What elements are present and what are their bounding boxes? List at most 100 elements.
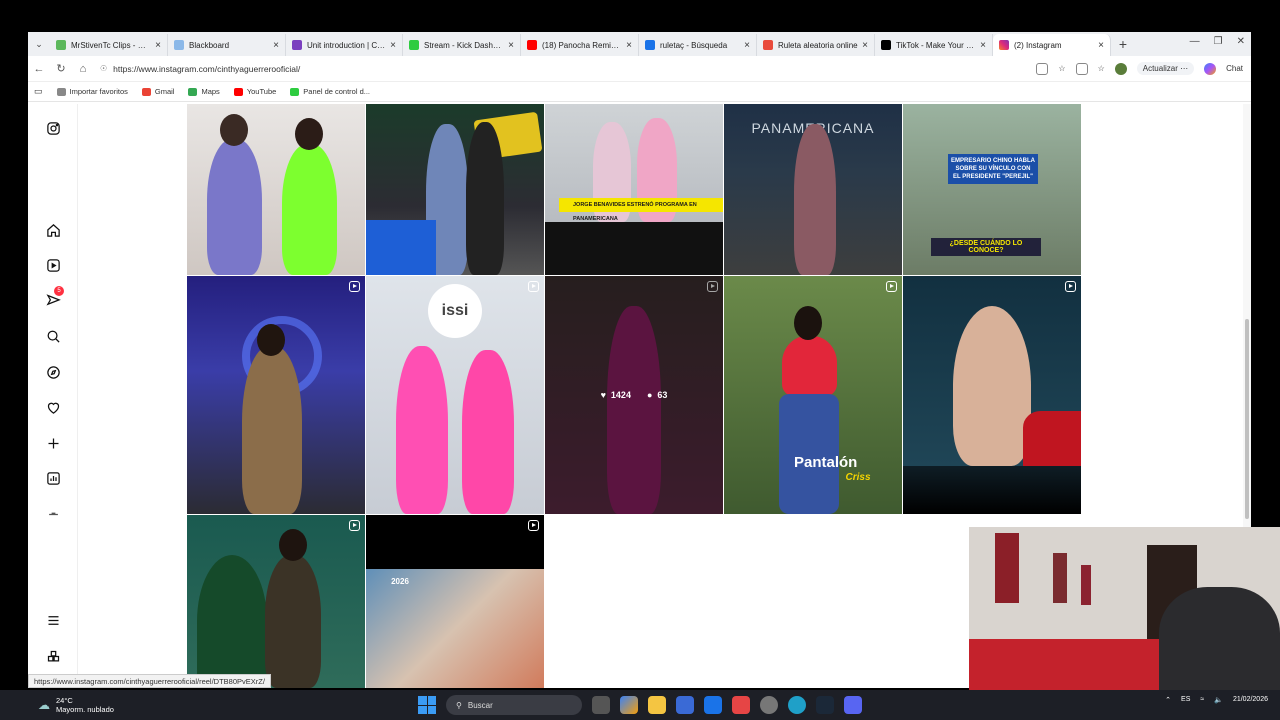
post-caption-banner: JORGE BENAVIDES ESTRENÓ PROGRAMA EN PANA… <box>559 198 723 222</box>
post-thumbnail[interactable] <box>187 276 365 514</box>
home-icon[interactable] <box>45 222 61 238</box>
tab-blackboard[interactable]: Blackboard × <box>168 34 286 56</box>
weather-widget[interactable]: ☁ 24°C Mayorm. nublado <box>0 696 114 714</box>
back-icon[interactable]: ← <box>28 63 50 75</box>
chat-label[interactable]: Chat <box>1226 64 1243 73</box>
post-thumbnail[interactable] <box>366 104 544 275</box>
tab-close-icon[interactable]: × <box>744 40 750 51</box>
url-field[interactable]: ☉ https://www.instagram.com/cinthyaguerr… <box>100 59 1030 79</box>
mail-icon[interactable] <box>704 696 722 714</box>
site-info-icon[interactable]: ☉ <box>100 64 107 73</box>
meta-icon[interactable] <box>45 648 61 664</box>
bookmark-youtube[interactable]: YouTube <box>233 87 276 96</box>
restore-icon[interactable]: ❐ <box>1214 36 1223 47</box>
post-thumbnail[interactable]: PANAMERICANA <box>724 104 902 275</box>
post-thumbnail-hovered[interactable]: ♥ 1424 ● 63 <box>545 276 723 514</box>
post-thumbnail[interactable]: Pantalón Criss <box>724 276 902 514</box>
profile-avatar[interactable] <box>1114 62 1127 75</box>
explore-icon[interactable] <box>45 364 61 380</box>
taskbar-search[interactable]: ⚲ Buscar <box>446 695 582 715</box>
tab-title: MrStivenTc Clips - Watch <box>71 40 152 50</box>
tab-instagram[interactable]: (2) Instagram × <box>993 34 1111 56</box>
tab-unit-introduction[interactable]: Unit introduction | Cam × <box>286 34 403 56</box>
post-thumbnail[interactable] <box>187 104 365 275</box>
tab-ruleta[interactable]: Ruleta aleatoria online × <box>757 34 875 56</box>
discord-icon[interactable] <box>844 696 862 714</box>
edge-icon[interactable] <box>788 696 806 714</box>
messages-icon[interactable]: 5 <box>45 286 64 308</box>
tray-chevron-icon[interactable]: ⌃ <box>1165 696 1171 704</box>
bookmark-dashboard[interactable]: Panel de control d... <box>290 87 370 96</box>
tab-tiktok[interactable]: TikTok - Make Your Day × <box>875 34 993 56</box>
task-view-icon[interactable] <box>592 696 610 714</box>
tab-title: (18) Panocha Remix - Fa <box>542 40 622 50</box>
tab-close-icon[interactable]: × <box>862 40 868 51</box>
store-icon[interactable] <box>676 696 694 714</box>
tab-close-icon[interactable]: × <box>273 40 279 51</box>
post-thumbnail[interactable]: JORGE BENAVIDES ESTRENÓ PROGRAMA EN PANA… <box>545 104 723 275</box>
windows-start-icon[interactable] <box>418 696 436 714</box>
close-icon[interactable]: ✕ <box>1237 36 1245 47</box>
tab-favicon <box>645 40 655 50</box>
bookmark-import-favorites[interactable]: Importar favoritos <box>56 87 128 96</box>
post-thumbnail[interactable]: 2026 <box>366 515 544 688</box>
menu-icon[interactable] <box>45 612 61 628</box>
language-indicator[interactable]: ES <box>1181 696 1190 703</box>
refresh-icon[interactable]: ↻ <box>50 62 72 75</box>
new-tab-button[interactable]: + <box>1111 36 1135 52</box>
favorite-star-icon[interactable]: ☆ <box>1058 64 1065 73</box>
file-explorer-icon[interactable] <box>648 696 666 714</box>
create-icon[interactable] <box>45 435 61 451</box>
tab-close-icon[interactable]: × <box>508 40 514 51</box>
tab-title: Ruleta aleatoria online <box>778 40 858 50</box>
sidebar-toggle-icon[interactable]: ▭ <box>34 86 43 97</box>
weather-text: 24°C Mayorm. nublado <box>56 696 114 714</box>
tab-close-icon[interactable]: × <box>980 40 986 51</box>
threads-icon[interactable] <box>45 506 61 522</box>
app-icon[interactable] <box>732 696 750 714</box>
settings-gear-icon[interactable] <box>760 696 778 714</box>
dashboard-icon[interactable] <box>45 470 61 486</box>
bookmark-label: Gmail <box>154 87 175 96</box>
instagram-icon[interactable] <box>45 120 61 136</box>
search-icon[interactable] <box>45 328 61 344</box>
person-figure <box>207 139 262 275</box>
tab-kick-dashboard[interactable]: Stream - Kick Dashboard × <box>403 34 521 56</box>
clock[interactable]: 21/02/2026 <box>1233 695 1268 704</box>
steam-icon[interactable] <box>816 696 834 714</box>
reels-icon[interactable] <box>45 257 61 273</box>
person-figure <box>466 122 504 275</box>
tab-favicon <box>763 40 773 50</box>
wall-painting <box>1053 553 1067 603</box>
post-thumbnail[interactable] <box>187 515 365 688</box>
notifications-icon[interactable] <box>45 399 61 415</box>
favorites-icon[interactable]: ☆ <box>1098 64 1105 73</box>
copilot-icon[interactable] <box>620 696 638 714</box>
minimize-icon[interactable]: — <box>1190 36 1200 47</box>
tab-close-icon[interactable]: × <box>155 40 161 51</box>
home-icon[interactable]: ⌂ <box>72 63 94 75</box>
apps-icon[interactable] <box>1036 62 1049 75</box>
post-thumbnail[interactable] <box>903 276 1081 514</box>
reel-icon <box>528 281 539 292</box>
wifi-icon[interactable]: ≈ <box>1200 696 1204 703</box>
bookmark-gmail[interactable]: Gmail <box>141 87 175 96</box>
person-figure <box>953 306 1031 466</box>
scrollbar-thumb[interactable] <box>1245 319 1249 519</box>
tab-close-icon[interactable]: × <box>390 40 396 51</box>
tab-close-icon[interactable]: × <box>1098 40 1104 51</box>
copilot-icon[interactable] <box>1204 62 1217 75</box>
update-button[interactable]: Actualizar ⋯ <box>1136 62 1195 75</box>
tab-youtube-panocha[interactable]: (18) Panocha Remix - Fa × <box>521 34 639 56</box>
windows-taskbar: ☁ 24°C Mayorm. nublado ⚲ Buscar ⌃ ES ≈ 🔈… <box>0 690 1280 720</box>
post-thumbnail[interactable]: issi <box>366 276 544 514</box>
tab-bing-search[interactable]: ruletaç - Búsqueda × <box>639 34 757 56</box>
post-thumbnail[interactable]: EMPRESARIO CHINO HABLA SOBRE SU VÍNCULO … <box>903 104 1081 275</box>
maps-icon <box>188 87 198 96</box>
extensions-icon[interactable] <box>1075 62 1088 75</box>
tab-mrstiventc-clips[interactable]: MrStivenTc Clips - Watch × <box>50 34 168 56</box>
tab-close-icon[interactable]: × <box>626 40 632 51</box>
bookmark-maps[interactable]: Maps <box>188 87 220 96</box>
volume-icon[interactable]: 🔈 <box>1214 696 1223 704</box>
tab-actions-chevron-icon[interactable]: ⌄ <box>28 32 50 56</box>
